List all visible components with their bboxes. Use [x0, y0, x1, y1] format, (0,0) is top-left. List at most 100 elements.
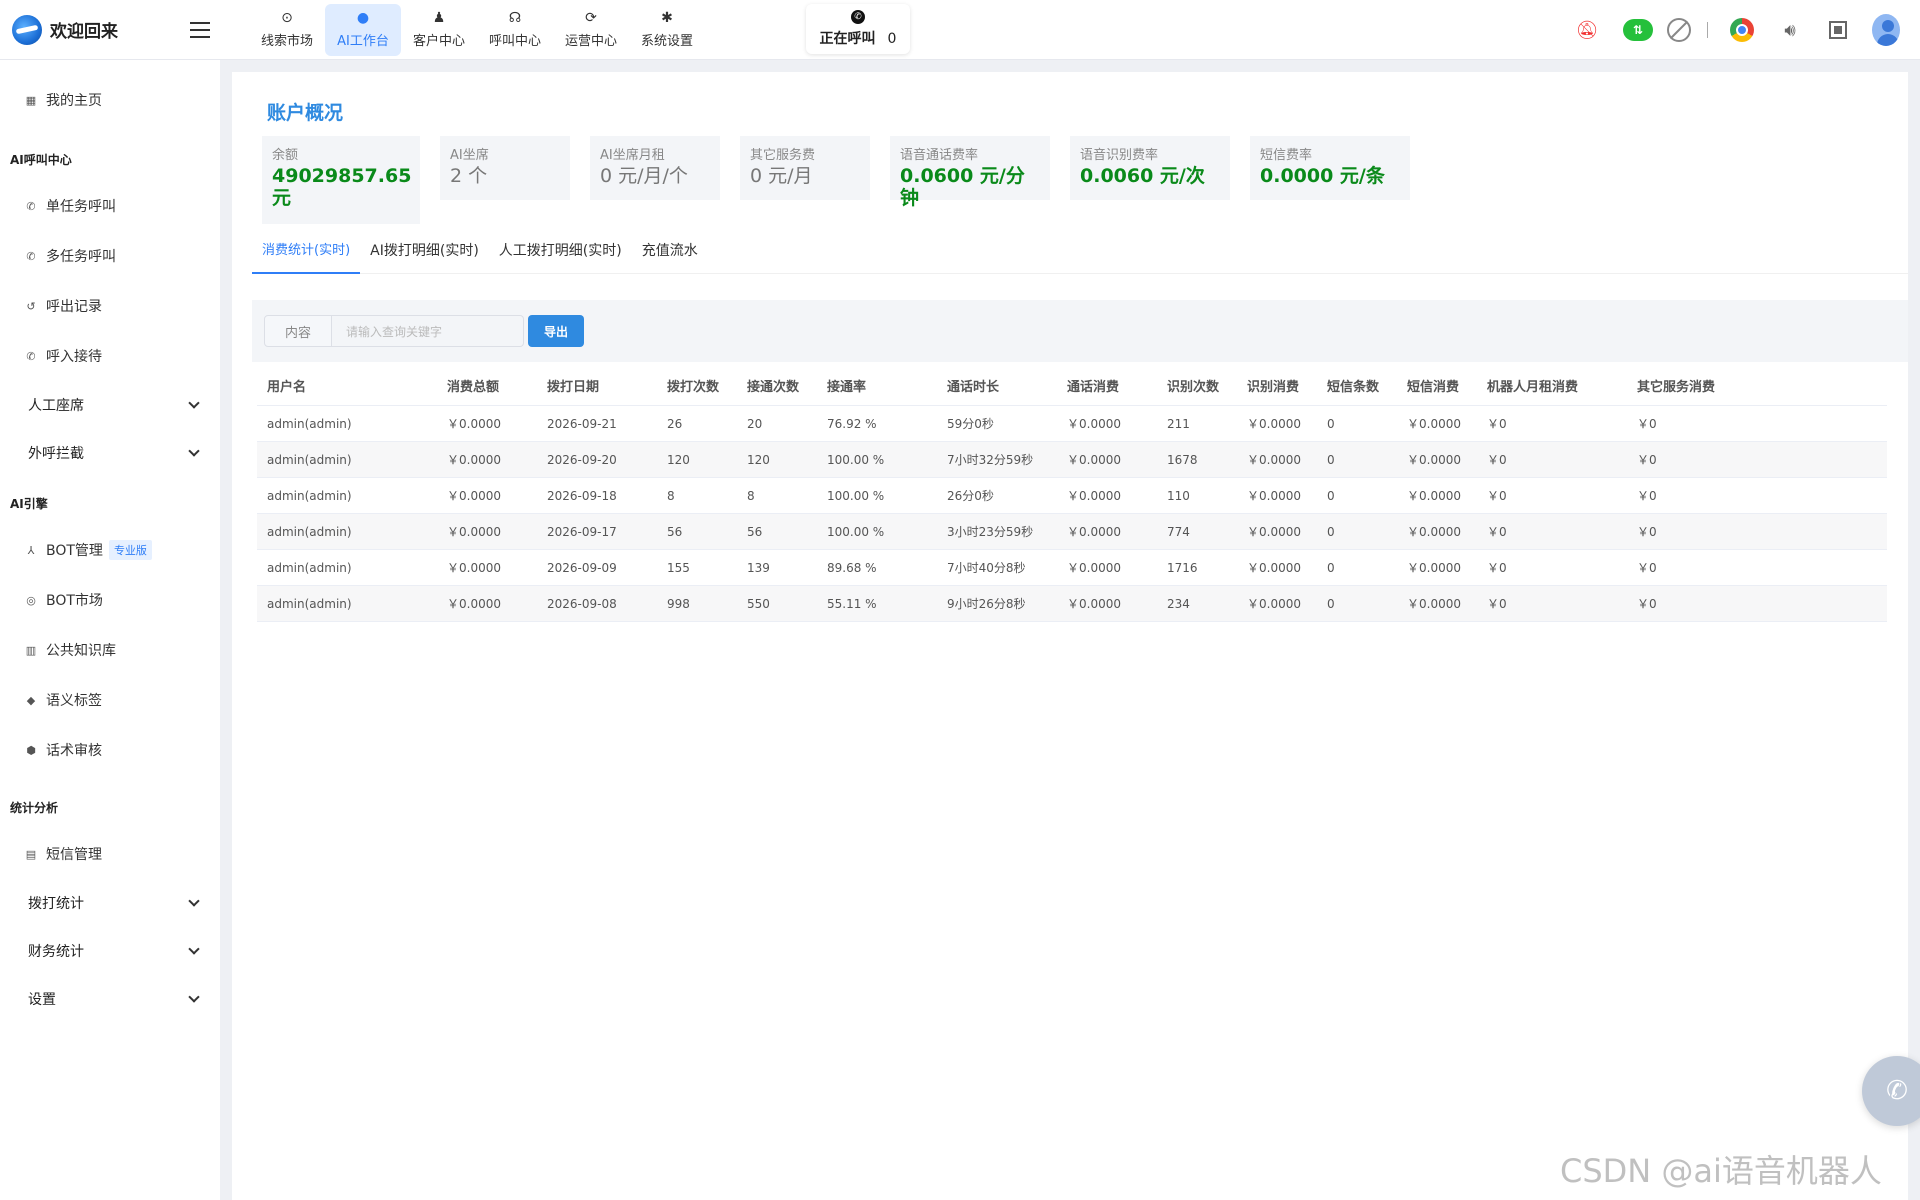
table-cell: 2026-09-21 — [547, 416, 617, 431]
table-body: admin(admin) ￥0.0000 2026-09-21 26 20 76.92 %… — [257, 406, 1887, 622]
chrome-icon[interactable] — [1730, 18, 1754, 42]
table-cell: ￥0.0000 — [1407, 525, 1461, 539]
customers-icon: ♟ — [432, 10, 446, 26]
table-cell: ￥0 — [1487, 561, 1507, 575]
search-group: 内容 请输入查询关键字 — [264, 315, 524, 347]
export-button[interactable]: 导出 — [528, 315, 584, 347]
nav-call-center[interactable]: ☊ 呼叫中心 — [477, 4, 553, 56]
table-row[interactable]: admin(admin) ￥0.0000 2026-09-17 56 56 100.00 … — [257, 514, 1887, 550]
table-row[interactable]: admin(admin) ￥0.0000 2026-09-21 26 20 76.92 %… — [257, 406, 1887, 442]
sidebar-item-sms-manage[interactable]: ▤ 短信管理 — [0, 829, 220, 879]
table-cell: ￥0.0000 — [1247, 561, 1301, 575]
tab-manual-dial-detail[interactable]: 人工拨打明细(实时) — [489, 236, 632, 274]
phone-icon: ✆ — [26, 199, 36, 213]
nav-clue-market[interactable]: ⊙ 线索市场 — [249, 4, 325, 56]
table-row[interactable]: admin(admin) ￥0.0000 2026-09-18 8 8 100.00 % 2… — [257, 478, 1887, 514]
avatar[interactable] — [1872, 14, 1900, 46]
card-ai-seats: AI坐席 2 个 — [440, 136, 570, 200]
column-header: 短信条数 — [1327, 380, 1380, 395]
bell-mute-icon[interactable]: 🔕︎ — [1573, 16, 1601, 44]
table-cell: 7小时40分8秒 — [947, 561, 1026, 575]
tab-recharge-flow[interactable]: 充值流水 — [632, 236, 708, 274]
sidebar-item-bot-manage[interactable]: ⅄ BOT管理 专业版 — [0, 525, 220, 575]
sidebar-item-home[interactable]: ▦ 我的主页 — [0, 75, 220, 125]
table-cell: 56 — [667, 524, 683, 539]
table-cell: ￥0.0000 — [1067, 561, 1121, 575]
sidebar-item-bot-market[interactable]: ◎ BOT市场 — [0, 575, 220, 625]
table-cell: 2026-09-09 — [547, 560, 617, 575]
table-cell: admin(admin) — [267, 524, 352, 539]
table-cell: ￥0 — [1637, 453, 1657, 467]
table-cell: ￥0.0000 — [447, 453, 501, 467]
table-cell: admin(admin) — [267, 488, 352, 503]
calling-status[interactable]: ✆ 正在呼叫 0 — [806, 4, 910, 54]
table-cell: ￥0.0000 — [1247, 525, 1301, 539]
column-header: 通话时长 — [947, 380, 1000, 395]
nav-ai-workbench[interactable]: ● AI工作台 — [325, 3, 401, 56]
sidebar-item-outbound-records[interactable]: ↺ 呼出记录 — [0, 281, 220, 331]
table-cell: 110 — [1167, 488, 1190, 503]
table-cell: ￥0 — [1637, 417, 1657, 431]
table-header: 用户名 消费总额 拨打日期 拨打次数 接通次数 接通率 通话时长 通话消费 识别次数 识别消费 短信… — [257, 366, 1887, 406]
brand-logo — [12, 14, 42, 45]
table-row[interactable]: admin(admin) ￥0.0000 2026-09-09 155 139 89.68… — [257, 550, 1887, 586]
table-cell: admin(admin) — [267, 416, 352, 431]
sidebar-item-manual-seat[interactable]: 人工座席 — [0, 381, 220, 429]
headset-icon: ☊ — [508, 10, 522, 26]
nav-customer-center[interactable]: ♟ 客户中心 — [401, 4, 477, 56]
column-header: 通话消费 — [1067, 380, 1120, 395]
speaker-icon[interactable]: 🔊︎ — [1776, 16, 1804, 44]
sidebar-item-multi-task[interactable]: ✆ 多任务呼叫 — [0, 231, 220, 281]
float-call-button[interactable]: ✆ — [1862, 1056, 1920, 1126]
table-cell: 0 — [1327, 416, 1335, 431]
table-cell: 998 — [667, 596, 690, 611]
sidebar-item-finance-stats[interactable]: 财务统计 — [0, 927, 220, 975]
history-icon: ↺ — [26, 299, 36, 313]
table-cell: 76.92 % — [827, 416, 877, 431]
sidebar-item-knowledge[interactable]: ▥ 公共知识库 — [0, 625, 220, 675]
consumption-table: 用户名 消费总额 拨打日期 拨打次数 接通次数 接通率 通话时长 通话消费 识别次数 识别消费 短信… — [257, 366, 1887, 622]
sidebar-item-semantic-tags[interactable]: ◆ 语义标签 — [0, 675, 220, 725]
sidebar-item-single-task[interactable]: ✆ 单任务呼叫 — [0, 181, 220, 231]
table-cell: 7小时32分59秒 — [947, 453, 1034, 467]
nav-system-settings[interactable]: ✱ 系统设置 — [629, 4, 705, 56]
table-cell: 120 — [747, 452, 770, 467]
sidebar-item-script-review[interactable]: ⬢ 话术审核 — [0, 725, 220, 775]
table-cell: ￥0 — [1487, 453, 1507, 467]
ban-icon[interactable] — [1667, 18, 1691, 42]
table-row[interactable]: admin(admin) ￥0.0000 2026-09-08 998 550 55.11… — [257, 586, 1887, 622]
table-cell: 0 — [1327, 596, 1335, 611]
table-cell: 55.11 % — [827, 596, 877, 611]
gear-icon: ✱ — [661, 10, 673, 26]
menu-toggle-button[interactable] — [190, 21, 210, 38]
sidebar-item-inbound[interactable]: ✆ 呼入接待 — [0, 331, 220, 381]
phone-incoming-icon: ✆ — [26, 349, 36, 363]
calling-count: 0 — [887, 31, 897, 47]
sidebar-item-dial-stats[interactable]: 拨打统计 — [0, 879, 220, 927]
balance-unit: 元 — [272, 187, 292, 209]
fullscreen-icon[interactable] — [1829, 21, 1847, 39]
search-prepend-label: 内容 — [264, 315, 332, 347]
column-header: 机器人月租消费 — [1487, 380, 1579, 395]
tab-consumption-stats[interactable]: 消费统计(实时) — [252, 236, 361, 274]
tab-ai-dial-detail[interactable]: AI拨打明细(实时) — [360, 236, 489, 274]
table-cell: ￥0.0000 — [1067, 489, 1121, 503]
nav-operations-center[interactable]: ⟳ 运营中心 — [553, 4, 629, 56]
search-input[interactable]: 请输入查询关键字 — [332, 315, 524, 347]
cloud-sync-icon[interactable]: ⇅ — [1623, 19, 1653, 41]
page-title: 账户概况 — [267, 102, 344, 124]
table-cell: ￥0 — [1487, 525, 1507, 539]
table-cell: 8 — [667, 488, 675, 503]
table-cell: 20 — [747, 416, 763, 431]
table-row[interactable]: admin(admin) ￥0.0000 2026-09-20 120 120 100.0… — [257, 442, 1887, 478]
sidebar-item-outbound-block[interactable]: 外呼拦截 — [0, 429, 220, 477]
table-cell: 0 — [1327, 560, 1335, 575]
table-cell: 120 — [667, 452, 690, 467]
dashboard-icon: ▦ — [25, 93, 37, 107]
pro-badge: 专业版 — [108, 540, 152, 560]
table-cell: 100.00 % — [827, 452, 885, 467]
top-header: 欢迎回来 ⊙ 线索市场 ● AI工作台 ♟ 客户中心 ☊ 呼叫中心 ⟳ 运营中心 ✱ 系统设… — [0, 0, 1920, 60]
table-cell: 1678 — [1167, 452, 1198, 467]
sidebar-item-settings[interactable]: 设置 — [0, 975, 220, 1023]
table-cell: ￥0 — [1637, 525, 1657, 539]
